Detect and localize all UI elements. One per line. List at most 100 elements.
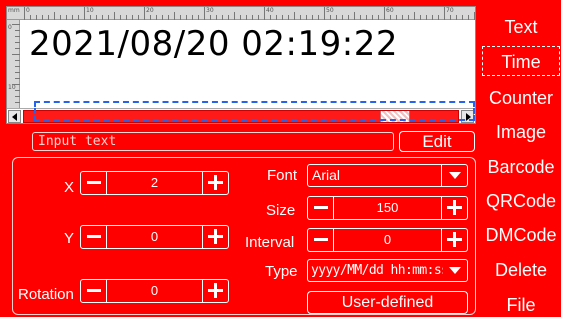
font-select[interactable]: Arial bbox=[307, 164, 468, 187]
ruler-minor-tick bbox=[252, 15, 253, 20]
interval-label: Interval bbox=[245, 234, 295, 251]
ruler-minor-tick bbox=[198, 15, 199, 20]
edit-button[interactable]: Edit bbox=[399, 131, 475, 152]
ruler-minor-tick bbox=[462, 15, 463, 20]
x-label: X bbox=[64, 179, 75, 196]
ruler-minor-tick bbox=[54, 12, 55, 20]
ruler-unit: mm bbox=[8, 7, 20, 14]
size-value[interactable]: 150 bbox=[335, 197, 440, 219]
ruler-number: 40 bbox=[266, 7, 274, 14]
sidebar-item-image[interactable]: Image bbox=[482, 117, 560, 147]
rotation-decrement-button[interactable] bbox=[81, 280, 107, 302]
ruler-minor-tick bbox=[450, 15, 451, 20]
ruler-minor-tick bbox=[390, 15, 391, 20]
ruler-minor-tick bbox=[372, 15, 373, 20]
x-increment-button[interactable] bbox=[202, 172, 228, 194]
y-stepper[interactable]: 0 bbox=[80, 225, 229, 249]
interval-value[interactable]: 0 bbox=[335, 229, 440, 251]
font-label: Font bbox=[267, 167, 298, 184]
x-decrement-button[interactable] bbox=[81, 172, 107, 194]
type-select[interactable]: yyyy/MM/dd hh:mm:ss bbox=[307, 259, 468, 282]
y-increment-button[interactable] bbox=[202, 226, 228, 248]
ruler-minor-tick bbox=[426, 15, 427, 20]
vertical-ruler-tick bbox=[15, 96, 20, 97]
sidebar-item-delete[interactable]: Delete bbox=[482, 255, 560, 285]
ruler-minor-tick bbox=[126, 15, 127, 20]
sidebar-item-counter[interactable]: Counter bbox=[482, 83, 560, 113]
ruler-major-tick bbox=[264, 7, 265, 20]
horizontal-scrollbar[interactable] bbox=[7, 108, 475, 123]
ruler-major-tick bbox=[324, 7, 325, 20]
ruler-minor-tick bbox=[258, 15, 259, 20]
ruler-number: 10 bbox=[86, 7, 94, 14]
preview-canvas[interactable]: 0 10 20 30 40 50 60 70 mm 0 10 2021/08/20 02:19:2… bbox=[6, 6, 476, 124]
ruler-minor-tick bbox=[162, 15, 163, 20]
vertical-ruler-tick bbox=[15, 60, 20, 61]
ruler-minor-tick bbox=[138, 15, 139, 20]
ruler-minor-tick bbox=[156, 15, 157, 20]
sidebar-item-file[interactable]: File bbox=[482, 290, 560, 317]
interval-increment-button[interactable] bbox=[441, 229, 467, 251]
ruler-minor-tick bbox=[66, 15, 67, 20]
ruler-minor-tick bbox=[408, 15, 409, 20]
ruler-minor-tick bbox=[216, 15, 217, 20]
sidebar-item-dmcode[interactable]: DMCode bbox=[482, 220, 560, 250]
ruler-major-tick bbox=[24, 7, 25, 20]
ruler-minor-tick bbox=[348, 15, 349, 20]
ruler-minor-tick bbox=[336, 15, 337, 20]
size-decrement-button[interactable] bbox=[308, 197, 334, 219]
vertical-ruler-tick bbox=[15, 66, 20, 67]
chevron-down-icon[interactable] bbox=[449, 267, 461, 274]
ruler-minor-tick bbox=[174, 12, 175, 20]
scroll-left-button[interactable] bbox=[8, 110, 21, 123]
rotation-increment-button[interactable] bbox=[202, 280, 228, 302]
user-defined-button[interactable]: User-defined bbox=[307, 291, 468, 314]
x-stepper[interactable]: 2 bbox=[80, 171, 229, 195]
ruler-major-tick bbox=[144, 7, 145, 20]
ruler-number: 30 bbox=[206, 7, 214, 14]
ruler-minor-tick bbox=[72, 15, 73, 20]
ruler-minor-tick bbox=[108, 15, 109, 20]
interval-decrement-button[interactable] bbox=[308, 229, 334, 251]
y-decrement-button[interactable] bbox=[81, 226, 107, 248]
ruler-number: 50 bbox=[326, 7, 334, 14]
sidebar-item-qrcode[interactable]: QRCode bbox=[482, 186, 560, 216]
ruler-minor-tick bbox=[246, 15, 247, 20]
scroll-thumb[interactable] bbox=[380, 111, 410, 122]
ruler-minor-tick bbox=[168, 15, 169, 20]
sidebar-item-text[interactable]: Text bbox=[482, 12, 560, 42]
vertical-ruler: 0 10 bbox=[7, 20, 20, 112]
vertical-ruler-tick bbox=[15, 72, 20, 73]
ruler-minor-tick bbox=[306, 15, 307, 20]
interval-stepper[interactable]: 0 bbox=[307, 228, 468, 252]
size-increment-button[interactable] bbox=[441, 197, 467, 219]
scroll-track[interactable] bbox=[23, 110, 459, 123]
ruler-minor-tick bbox=[150, 15, 151, 20]
ruler-minor-tick bbox=[300, 15, 301, 20]
ruler-minor-tick bbox=[90, 15, 91, 20]
size-stepper[interactable]: 150 bbox=[307, 196, 468, 220]
ruler-minor-tick bbox=[318, 15, 319, 20]
ruler-minor-tick bbox=[366, 15, 367, 20]
ruler-number: 0 bbox=[26, 7, 30, 14]
scroll-right-button[interactable] bbox=[461, 110, 474, 123]
arrow-left-icon bbox=[12, 113, 17, 121]
ruler-minor-tick bbox=[48, 15, 49, 20]
sidebar-item-barcode[interactable]: Barcode bbox=[482, 152, 560, 182]
rotation-value[interactable]: 0 bbox=[108, 280, 201, 302]
y-value[interactable]: 0 bbox=[108, 226, 201, 248]
ruler-minor-tick bbox=[438, 15, 439, 20]
ruler-minor-tick bbox=[288, 15, 289, 20]
sidebar-item-time[interactable]: Time bbox=[482, 46, 560, 76]
ruler-minor-tick bbox=[240, 15, 241, 20]
ruler-major-tick bbox=[444, 7, 445, 20]
vertical-ruler-tick bbox=[12, 54, 20, 55]
preview-time-text[interactable]: 2021/08/20 02:19:22 bbox=[29, 24, 398, 64]
chevron-down-icon[interactable] bbox=[441, 165, 467, 186]
ruler-number: 70 bbox=[446, 7, 454, 14]
ruler-minor-tick bbox=[192, 15, 193, 20]
rotation-stepper[interactable]: 0 bbox=[80, 279, 229, 303]
x-value[interactable]: 2 bbox=[108, 172, 201, 194]
text-input[interactable] bbox=[32, 132, 394, 151]
type-value: yyyy/MM/dd hh:mm:ss bbox=[311, 263, 449, 278]
